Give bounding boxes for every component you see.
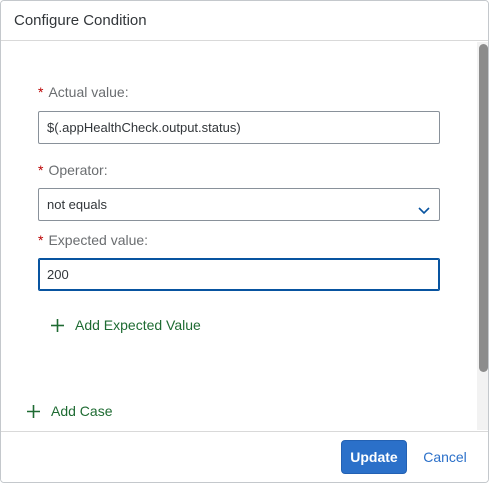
- add-expected-value-button[interactable]: Add Expected Value: [50, 317, 201, 333]
- actual-value-label-text: Actual value:: [48, 84, 129, 100]
- dialog-header: Configure Condition: [1, 1, 488, 41]
- configure-condition-dialog: Configure Condition * Actual value: $(.ap…: [0, 0, 489, 483]
- dialog-footer: Update Cancel: [1, 431, 488, 482]
- add-expected-value-label: Add Expected Value: [75, 317, 201, 333]
- operator-label: * Operator:: [38, 162, 108, 178]
- cancel-button[interactable]: Cancel: [413, 440, 477, 474]
- plus-icon: [51, 318, 64, 332]
- actual-value-label: * Actual value:: [38, 84, 129, 100]
- actual-value-input[interactable]: $(.appHealthCheck.output.status): [38, 111, 440, 144]
- dialog-title: Configure Condition: [14, 12, 147, 29]
- add-case-label: Add Case: [51, 403, 113, 419]
- add-case-button[interactable]: Add Case: [26, 403, 112, 419]
- required-marker: *: [38, 232, 44, 248]
- update-button[interactable]: Update: [341, 440, 407, 474]
- vertical-scrollbar[interactable]: [477, 42, 488, 430]
- scrollbar-thumb[interactable]: [479, 44, 488, 372]
- expected-value-input[interactable]: 200: [38, 258, 440, 291]
- expected-value-label: * Expected value:: [38, 232, 148, 248]
- dialog-content: * Actual value: $(.appHealthCheck.output.…: [1, 42, 477, 430]
- chevron-down-icon[interactable]: [417, 198, 431, 215]
- operator-selected-value: not equals: [47, 197, 107, 212]
- operator-label-text: Operator:: [48, 162, 108, 178]
- operator-select[interactable]: not equals: [38, 188, 440, 221]
- required-marker: *: [38, 162, 44, 178]
- expected-value-label-text: Expected value:: [48, 232, 149, 248]
- required-marker: *: [38, 84, 44, 100]
- plus-icon: [27, 404, 40, 418]
